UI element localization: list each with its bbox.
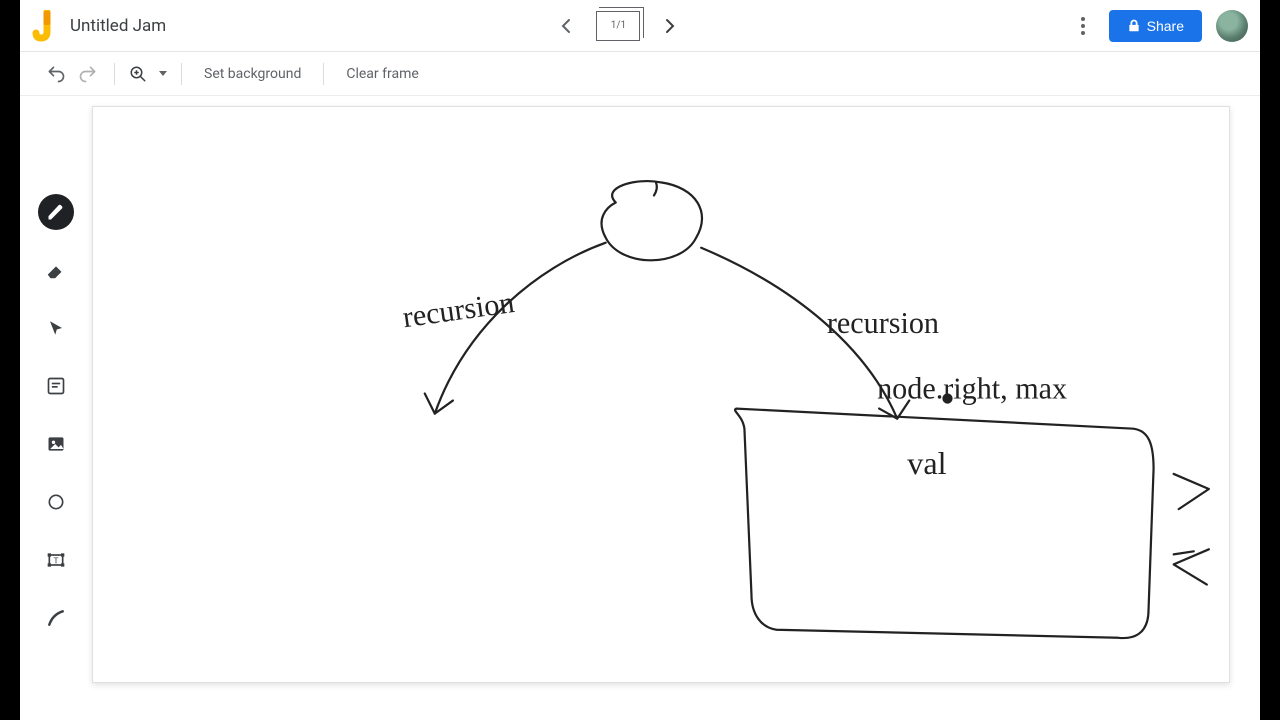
header-actions: Share — [1071, 10, 1248, 42]
more-options-button[interactable] — [1071, 14, 1095, 38]
laser-icon — [46, 608, 66, 628]
cursor-icon — [47, 319, 65, 337]
sticky-note-icon — [46, 376, 66, 396]
document-title[interactable]: Untitled Jam — [70, 16, 166, 36]
frame-indicator[interactable]: 1/1 — [596, 11, 640, 41]
frame-count-label: 1/1 — [611, 20, 626, 31]
sketch-label-right-2: node.right, max — [877, 372, 1067, 406]
eraser-tool[interactable] — [38, 252, 74, 288]
toolbar-divider-3 — [323, 63, 324, 85]
textbox-tool[interactable]: T — [38, 542, 74, 578]
set-background-button[interactable]: Set background — [196, 62, 309, 86]
share-label: Share — [1147, 18, 1184, 34]
user-avatar[interactable] — [1216, 10, 1248, 42]
toolbar-divider-2 — [181, 63, 182, 85]
header-bar: Untitled Jam 1/1 Share — [20, 0, 1260, 52]
image-tool[interactable] — [38, 426, 74, 462]
canvas-container: recursion recursion node.right, max val — [92, 96, 1260, 720]
toolbar-divider — [114, 63, 115, 85]
window-black-border-right — [1260, 0, 1280, 720]
shape-tool[interactable] — [38, 484, 74, 520]
tool-rail: T — [38, 186, 74, 644]
drawing-canvas[interactable]: recursion recursion node.right, max val — [92, 106, 1230, 683]
eraser-icon — [45, 259, 67, 281]
textbox-icon: T — [46, 550, 66, 570]
clear-frame-button[interactable]: Clear frame — [338, 62, 426, 86]
image-icon — [46, 434, 66, 454]
zoom-icon — [129, 65, 147, 83]
svg-text:T: T — [54, 556, 59, 566]
undo-button[interactable] — [44, 62, 68, 86]
redo-button[interactable] — [76, 62, 100, 86]
sticky-note-tool[interactable] — [38, 368, 74, 404]
sketch-content: recursion recursion node.right, max val — [93, 107, 1229, 683]
laser-tool[interactable] — [38, 600, 74, 636]
sketch-label-left: recursion — [400, 285, 516, 334]
action-toolbar: Set background Clear frame — [20, 52, 1260, 96]
select-tool[interactable] — [38, 310, 74, 346]
jamboard-logo-icon[interactable] — [32, 10, 58, 42]
sketch-label-box: val — [907, 445, 946, 481]
workspace: T — [20, 96, 1260, 720]
share-button[interactable]: Share — [1109, 10, 1202, 42]
pen-tool[interactable] — [38, 194, 74, 230]
window-black-border-left — [0, 0, 20, 720]
chevron-down-icon — [159, 71, 167, 76]
next-frame-button[interactable] — [658, 14, 682, 38]
tool-sidebar: T — [20, 96, 92, 720]
zoom-control[interactable] — [129, 65, 167, 83]
lock-icon — [1127, 19, 1141, 33]
frame-nav: 1/1 — [166, 11, 1070, 41]
circle-icon — [46, 492, 66, 512]
pen-icon — [46, 202, 66, 222]
prev-frame-button[interactable] — [554, 14, 578, 38]
jamboard-app: Untitled Jam 1/1 Share — [20, 0, 1260, 720]
sketch-label-right-1: recursion — [827, 306, 939, 340]
